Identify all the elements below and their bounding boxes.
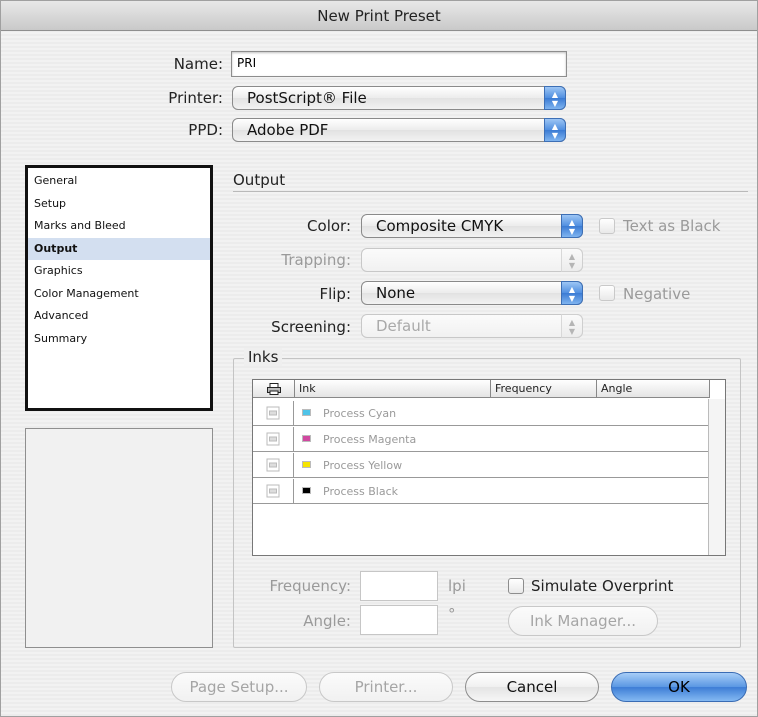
flip-select[interactable]: None ▲ ▼ xyxy=(361,281,583,305)
color-select[interactable]: Composite CMYK ▲ ▼ xyxy=(361,214,583,238)
print-toggle[interactable] xyxy=(253,427,294,452)
print-page-icon xyxy=(266,406,280,420)
sidebar-item-marks-and-bleed[interactable]: Marks and Bleed xyxy=(28,215,210,238)
table-row[interactable]: Process Black xyxy=(253,479,708,504)
updown-arrows-icon: ▲ ▼ xyxy=(561,214,583,238)
print-toggle[interactable] xyxy=(253,401,294,426)
table-row[interactable]: Process Cyan xyxy=(253,401,708,426)
output-section-title: Output xyxy=(233,171,286,189)
frequency-input[interactable] xyxy=(360,571,438,601)
printer-button[interactable]: Printer... xyxy=(319,672,453,702)
angle-unit: ° xyxy=(448,605,456,623)
updown-arrows-icon: ▲ ▼ xyxy=(561,281,583,305)
angle-input[interactable] xyxy=(360,605,438,635)
cancel-button[interactable]: Cancel xyxy=(465,672,599,702)
printer-icon xyxy=(266,383,281,395)
ink-swatch xyxy=(302,409,311,416)
simulate-overprint-checkbox[interactable] xyxy=(508,578,524,594)
color-label: Color: xyxy=(307,217,351,235)
inks-table: Ink Frequency Angle Process Cyan Process… xyxy=(252,379,726,556)
sidebar-item-graphics[interactable]: Graphics xyxy=(28,260,210,283)
sidebar-item-setup[interactable]: Setup xyxy=(28,193,210,216)
sidebar-item-summary[interactable]: Summary xyxy=(28,328,210,351)
angle-label: Angle: xyxy=(303,612,351,630)
frequency-label: Frequency: xyxy=(269,577,351,595)
ink-swatch xyxy=(302,487,311,494)
ink-column-header[interactable]: Ink xyxy=(295,380,491,398)
frequency-column-header[interactable]: Frequency xyxy=(491,380,597,398)
print-page-icon xyxy=(266,458,280,472)
page-setup-button[interactable]: Page Setup... xyxy=(171,672,307,702)
ok-button[interactable]: OK xyxy=(611,672,747,702)
flip-label: Flip: xyxy=(319,285,351,303)
updown-arrows-icon: ▲ ▼ xyxy=(561,248,583,272)
ppd-label: PPD: xyxy=(188,121,223,139)
frequency-unit: lpi xyxy=(448,577,466,595)
screening-label: Screening: xyxy=(271,318,351,336)
sidebar-item-general[interactable]: General xyxy=(28,170,210,193)
ink-name: Process Magenta xyxy=(323,433,417,446)
simulate-overprint-label: Simulate Overprint xyxy=(531,577,674,595)
print-toggle[interactable] xyxy=(253,453,294,478)
preview-panel xyxy=(25,428,213,648)
flip-select-value: None xyxy=(376,284,416,302)
table-row[interactable]: Process Magenta xyxy=(253,427,708,452)
sidebar-item-output[interactable]: Output xyxy=(28,237,210,260)
negative-checkbox[interactable] xyxy=(599,285,615,301)
ink-name: Process Black xyxy=(323,485,398,498)
name-label: Name: xyxy=(173,55,223,73)
printer-label: Printer: xyxy=(168,89,223,107)
color-select-value: Composite CMYK xyxy=(376,217,504,235)
table-row[interactable]: Process Yellow xyxy=(253,453,708,478)
screening-select[interactable]: Default ▲ ▼ xyxy=(361,314,583,338)
inks-scrollbar[interactable] xyxy=(708,399,725,555)
category-list: General Setup Marks and Bleed Output Gra… xyxy=(25,165,213,411)
updown-arrows-icon: ▲ ▼ xyxy=(561,314,583,338)
updown-arrows-icon: ▲ ▼ xyxy=(544,118,566,142)
print-toggle[interactable] xyxy=(253,479,294,504)
print-preset-dialog: New Print Preset Name: PRI Printer: Post… xyxy=(0,0,758,717)
window-title: New Print Preset xyxy=(1,1,757,31)
text-as-black-checkbox[interactable] xyxy=(599,218,615,234)
sidebar-item-color-management[interactable]: Color Management xyxy=(28,283,210,306)
ink-swatch xyxy=(302,461,311,468)
negative-label: Negative xyxy=(623,285,691,303)
ink-manager-button[interactable]: Ink Manager... xyxy=(508,606,658,636)
print-column-header[interactable] xyxy=(253,380,295,398)
updown-arrows-icon: ▲ ▼ xyxy=(544,86,566,110)
print-page-icon xyxy=(266,484,280,498)
ink-swatch xyxy=(302,435,311,442)
ink-name: Process Yellow xyxy=(323,459,403,472)
angle-column-header[interactable]: Angle xyxy=(597,380,710,398)
ppd-select-value: Adobe PDF xyxy=(247,121,329,139)
section-divider xyxy=(233,191,748,192)
screening-select-value: Default xyxy=(376,317,431,335)
ink-name: Process Cyan xyxy=(323,407,397,420)
name-input[interactable]: PRI xyxy=(231,51,567,77)
inks-group-label: Inks xyxy=(244,348,283,366)
print-page-icon xyxy=(266,432,280,446)
ppd-select[interactable]: Adobe PDF ▲ ▼ xyxy=(232,118,566,142)
sidebar-item-advanced[interactable]: Advanced xyxy=(28,305,210,328)
trapping-label: Trapping: xyxy=(281,251,351,269)
trapping-select[interactable]: ▲ ▼ xyxy=(361,248,583,272)
printer-select-value: PostScript® File xyxy=(247,89,367,107)
printer-select[interactable]: PostScript® File ▲ ▼ xyxy=(232,86,566,110)
text-as-black-label: Text as Black xyxy=(623,217,721,235)
